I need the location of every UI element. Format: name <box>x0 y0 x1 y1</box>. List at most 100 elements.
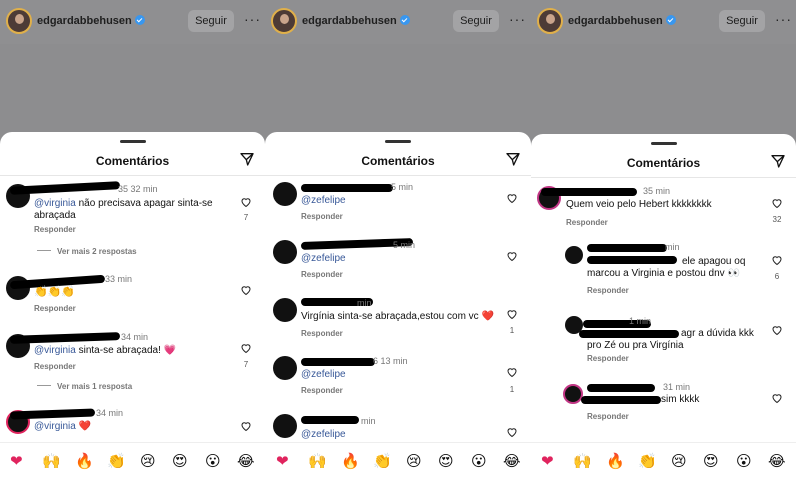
mention-link[interactable]: @zefelipe <box>301 195 346 206</box>
reply-button[interactable]: Responder <box>34 362 76 371</box>
comment-text: @zefelipe <box>301 429 346 441</box>
reply-button[interactable]: Responder <box>34 225 76 234</box>
follow-button[interactable]: Seguir <box>719 10 765 32</box>
reaction-heart-eyes[interactable]: 😍 <box>172 452 188 470</box>
heart-icon[interactable] <box>506 308 518 320</box>
heart-icon[interactable] <box>506 250 518 262</box>
reaction-heart-eyes[interactable]: 😍 <box>703 452 719 470</box>
heart-icon[interactable] <box>506 192 518 204</box>
username[interactable]: edgardabbehusen <box>37 15 145 27</box>
reaction-raised-hands[interactable]: 🙌 <box>573 452 592 470</box>
reaction-laughing[interactable]: 😂 <box>768 452 786 470</box>
drag-handle[interactable] <box>650 142 677 145</box>
comment-text: @zefelipe <box>301 369 346 381</box>
heart-icon[interactable] <box>506 366 518 378</box>
comment-text: 👏👏👏 <box>34 285 76 298</box>
heart-icon[interactable] <box>771 197 783 209</box>
reaction-raised-hands[interactable]: 🙌 <box>308 452 327 470</box>
heart-icon[interactable] <box>240 420 252 432</box>
heart-icon[interactable] <box>771 254 783 266</box>
heart-icon[interactable] <box>240 196 252 208</box>
reaction-clap[interactable]: 👏 <box>638 452 657 470</box>
commenter-avatar[interactable] <box>273 298 297 322</box>
commenter-avatar[interactable] <box>273 240 297 264</box>
mention-link[interactable]: @virginia <box>34 421 76 432</box>
reaction-raised-hands[interactable]: 🙌 <box>42 452 61 470</box>
post-header: edgardabbehusen Seguir ··· <box>265 0 531 44</box>
mention-link[interactable]: @virginia <box>34 198 76 209</box>
profile-avatar[interactable] <box>537 8 563 34</box>
view-replies-button[interactable]: Ver mais 2 respostas <box>37 247 137 256</box>
reaction-crying[interactable]: 😢 <box>140 452 156 470</box>
reply-button[interactable]: Responder <box>566 218 608 227</box>
reply-button[interactable]: Responder <box>587 412 629 421</box>
reaction-fire[interactable]: 🔥 <box>75 452 94 470</box>
mention-link[interactable]: @virginia <box>34 345 76 356</box>
reaction-heart[interactable]: ❤ <box>541 452 554 470</box>
reply-button[interactable]: Responder <box>587 286 629 295</box>
reaction-surprised[interactable]: 😮 <box>736 452 752 470</box>
divider <box>265 175 531 176</box>
reaction-surprised[interactable]: 😮 <box>205 452 221 470</box>
heart-icon[interactable] <box>506 426 518 438</box>
divider <box>0 175 265 176</box>
reaction-fire[interactable]: 🔥 <box>341 452 360 470</box>
reply-button[interactable]: Responder <box>301 329 343 338</box>
profile-avatar[interactable] <box>271 8 297 34</box>
mention-link[interactable]: @zefelipe <box>301 369 346 380</box>
reaction-fire[interactable]: 🔥 <box>606 452 625 470</box>
follow-button[interactable]: Seguir <box>453 10 499 32</box>
commenter-avatar[interactable] <box>563 384 583 404</box>
username[interactable]: edgardabbehusen <box>568 15 676 27</box>
post-header: edgardabbehusen Seguir ··· <box>531 0 796 44</box>
reaction-heart[interactable]: ❤ <box>10 452 23 470</box>
heart-icon[interactable] <box>240 284 252 296</box>
username[interactable]: edgardabbehusen <box>302 15 410 27</box>
reaction-clap[interactable]: 👏 <box>373 452 392 470</box>
drag-handle[interactable] <box>385 140 411 143</box>
quick-reactions-bar: ❤ 🙌 🔥 👏 😢 😍 😮 😂 <box>531 442 796 480</box>
heart-icon[interactable] <box>771 392 783 404</box>
reaction-crying[interactable]: 😢 <box>671 452 687 470</box>
reaction-clap[interactable]: 👏 <box>107 452 126 470</box>
mention-link[interactable]: @zefelipe <box>301 429 346 440</box>
heart-icon[interactable] <box>240 342 252 354</box>
divider <box>531 177 796 178</box>
redaction-scribble <box>587 244 667 252</box>
more-options-icon[interactable]: ··· <box>775 11 792 27</box>
reaction-laughing[interactable]: 😂 <box>503 452 521 470</box>
reply-button[interactable]: Responder <box>587 354 629 363</box>
redaction-scribble <box>301 184 393 192</box>
reaction-heart-eyes[interactable]: 😍 <box>438 452 454 470</box>
commenter-avatar[interactable] <box>273 182 297 206</box>
more-options-icon[interactable]: ··· <box>244 11 261 27</box>
redaction-scribble <box>301 358 375 366</box>
more-options-icon[interactable]: ··· <box>509 11 526 27</box>
drag-handle[interactable] <box>119 140 146 143</box>
comment-text: agr a dúvida kkk pro Zé ou pra Virgínia <box>587 328 754 351</box>
send-icon[interactable] <box>770 153 786 169</box>
reaction-surprised[interactable]: 😮 <box>471 452 487 470</box>
view-replies-button[interactable]: Ver mais 1 resposta <box>37 382 132 391</box>
sheet-title: Comentários <box>626 156 701 170</box>
sheet-title: Comentários <box>361 154 435 168</box>
follow-button[interactable]: Seguir <box>188 10 234 32</box>
quick-reactions-bar: ❤ 🙌 🔥 👏 😢 😍 😮 😂 <box>265 442 531 480</box>
reply-button[interactable]: Responder <box>34 304 76 313</box>
commenter-avatar[interactable] <box>273 356 297 380</box>
comment-time: 6 13 min <box>373 356 408 366</box>
reply-button[interactable]: Responder <box>301 212 343 221</box>
send-icon[interactable] <box>505 151 521 167</box>
mention-link[interactable]: @zefelipe <box>301 253 346 264</box>
reaction-crying[interactable]: 😢 <box>406 452 422 470</box>
reply-button[interactable]: Responder <box>301 270 343 279</box>
profile-avatar[interactable] <box>6 8 32 34</box>
send-icon[interactable] <box>239 151 255 167</box>
heart-icon[interactable] <box>771 324 783 336</box>
commenter-avatar[interactable] <box>273 414 297 438</box>
commenter-avatar[interactable] <box>565 246 583 264</box>
reaction-heart[interactable]: ❤ <box>276 452 289 470</box>
comment-time: 1 min <box>629 316 652 326</box>
reply-button[interactable]: Responder <box>301 386 343 395</box>
reaction-laughing[interactable]: 😂 <box>237 452 255 470</box>
